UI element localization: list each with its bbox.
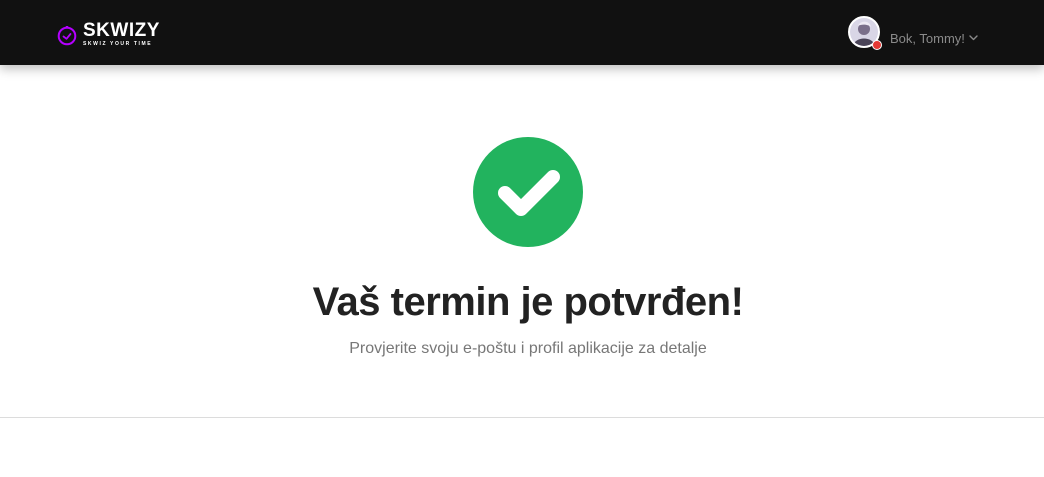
logo-tagline: SKWIZ YOUR TIME [83, 41, 153, 47]
chevron-down-icon[interactable] [969, 35, 978, 41]
top-navbar: SKWIZY SKWIZ YOUR TIME Bok, Tommy! [0, 0, 1044, 65]
logo-name: SKWIZY [83, 20, 160, 41]
logo-link[interactable]: SKWIZY SKWIZ YOUR TIME [57, 21, 160, 47]
checkmark-circle-icon [473, 137, 583, 247]
avatar[interactable] [848, 16, 882, 50]
confirmation-section: Vaš termin je potvrđen! Provjerite svoju… [0, 65, 1044, 418]
clock-icon [57, 26, 77, 46]
user-menu[interactable]: Bok, Tommy! [848, 15, 978, 50]
status-dot [872, 40, 882, 50]
page-subtitle: Provjerite svoju e-poštu i profil aplika… [349, 340, 707, 357]
page-title: Vaš termin je potvrđen! [312, 280, 744, 324]
logo-text: SKWIZY SKWIZ YOUR TIME [83, 20, 160, 48]
user-greeting[interactable]: Bok, Tommy! [890, 31, 965, 46]
